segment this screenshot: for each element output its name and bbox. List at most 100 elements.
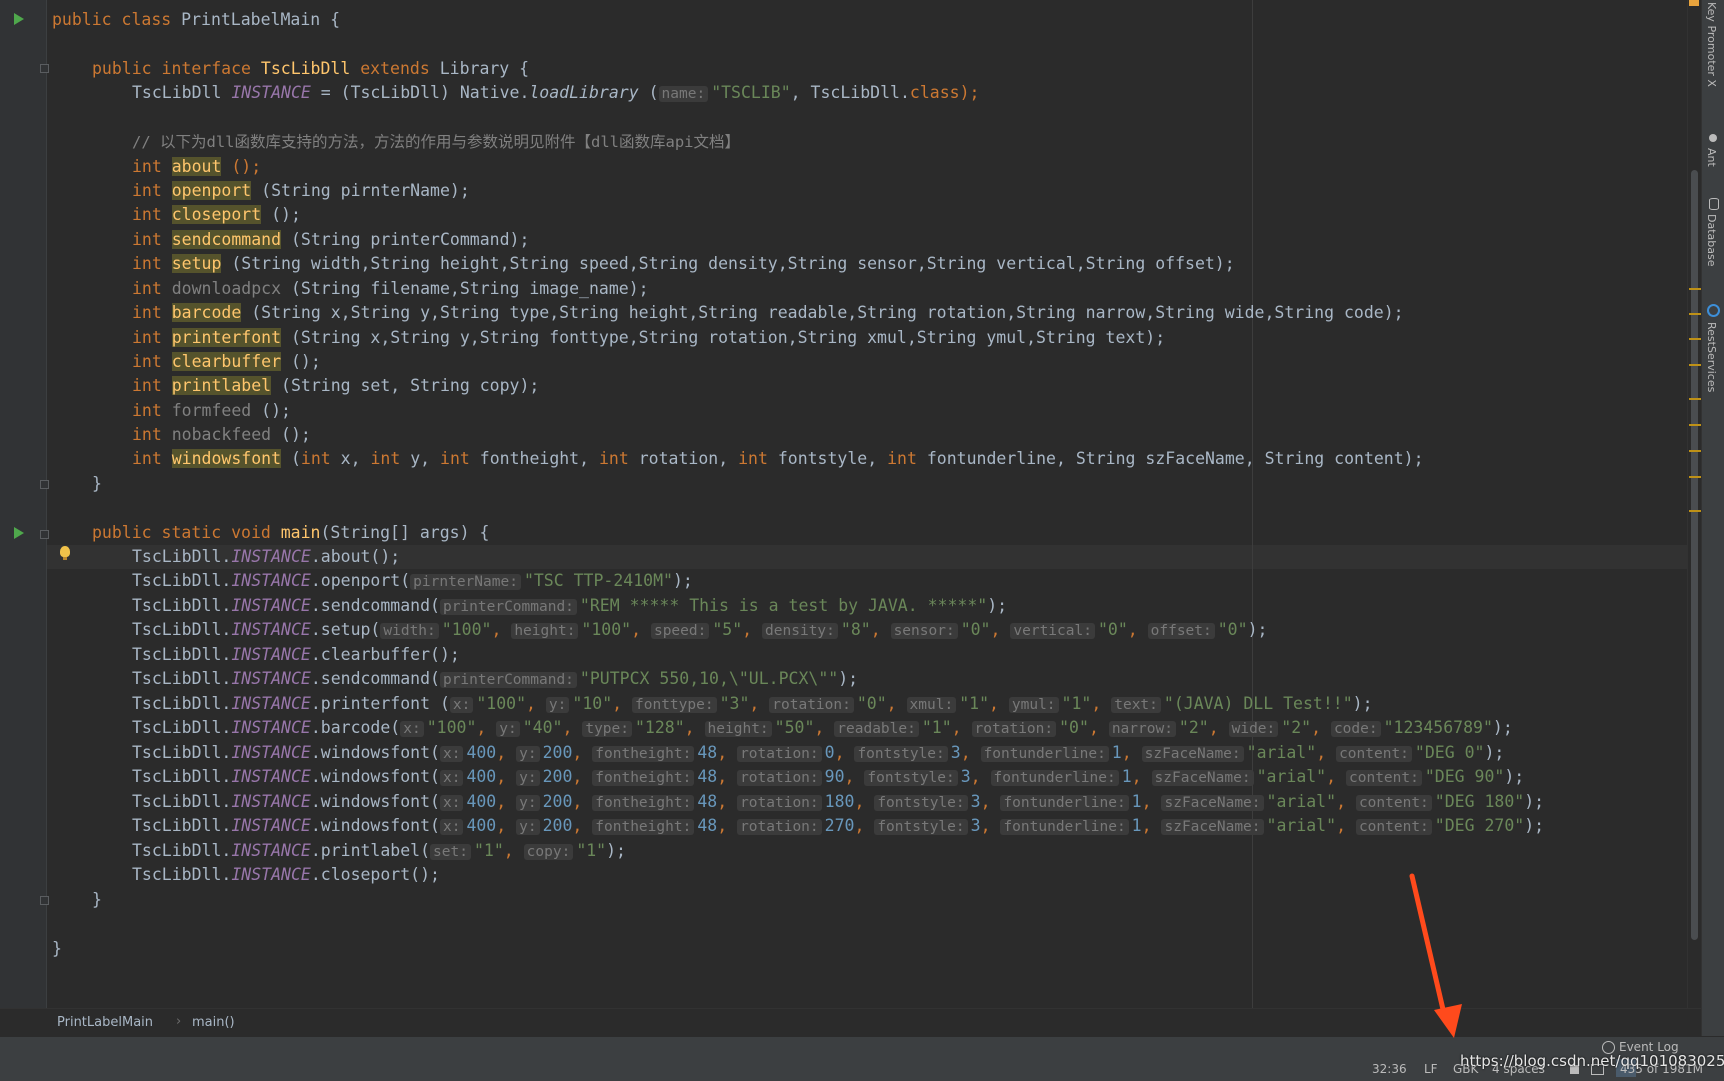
keyword: int [132, 205, 172, 224]
code-text: .windowsfont( [310, 767, 440, 786]
warning-indicator[interactable] [1689, 0, 1699, 6]
keyword: int [132, 401, 172, 420]
error-stripe-mark[interactable] [1689, 476, 1701, 478]
error-stripe-mark[interactable] [1689, 510, 1701, 512]
breadcrumb-item-method[interactable]: main() [192, 1015, 235, 1030]
tool-rest-services[interactable]: RestServices [1702, 302, 1724, 422]
keyword: int [132, 254, 172, 273]
keyword: int [598, 449, 629, 468]
code-line: TscLibDll.INSTANCE.barcode(x: "100", y: "4… [132, 716, 1513, 740]
code-text: , [612, 694, 623, 713]
static-field: INSTANCE [231, 620, 311, 639]
static-field: INSTANCE [231, 767, 311, 786]
caret-position[interactable]: 32:36 [1372, 1062, 1407, 1076]
code-line: TscLibDll.INSTANCE.windowsfont(x: 400, y:… [132, 814, 1544, 838]
string-literal: "0" [1217, 620, 1248, 639]
breadcrumb-item-class[interactable]: PrintLabelMain [57, 1015, 153, 1030]
tool-key-promoter[interactable]: Key Promoter X [1702, 0, 1724, 118]
param-hint: fontunderline: [1000, 795, 1129, 811]
code-text: .windowsfont( [310, 743, 440, 762]
tool-database[interactable]: Database [1702, 196, 1724, 286]
code-text: , [572, 767, 583, 786]
code-text: ); [838, 669, 859, 688]
param-hint: rotation: [737, 746, 822, 762]
string-literal: "arial" [1246, 743, 1317, 762]
code-text: , [980, 816, 991, 835]
error-stripe-mark[interactable] [1689, 424, 1701, 426]
number-literal: 48 [697, 767, 718, 786]
static-field: INSTANCE [231, 547, 311, 566]
code-text: , [1088, 718, 1099, 737]
string-literal: "100" [441, 620, 492, 639]
code-text: (String[] args) { [320, 523, 490, 542]
code-line: int printerfont (String x,String y,Strin… [132, 326, 1165, 350]
code-text: , [496, 816, 507, 835]
scrollbar-thumb[interactable] [1691, 170, 1698, 940]
editor-gutter[interactable] [0, 0, 49, 1008]
code-text: (String pirnterName); [251, 181, 470, 200]
code-text: , [1326, 767, 1337, 786]
tool-ant[interactable]: Ant [1702, 130, 1724, 190]
error-stripe-mark[interactable] [1689, 338, 1701, 340]
code-text: , [1121, 743, 1132, 762]
code-text: (String set, String copy); [271, 376, 540, 395]
keyword: int [132, 303, 172, 322]
keyword: int [132, 352, 172, 371]
keyword: int [132, 425, 172, 444]
code-editor[interactable]: public class PrintLabelMain { public int… [47, 0, 1687, 1008]
param-hint: narrow: [1108, 721, 1176, 737]
number-literal: 48 [697, 792, 718, 811]
param-hint: y: [496, 721, 520, 737]
param-hint: height: [704, 721, 772, 737]
param-hint: fontunderline: [990, 770, 1119, 786]
number-literal: 200 [542, 792, 573, 811]
string-literal: "DEG 180" [1434, 792, 1525, 811]
code-text: (); [281, 352, 321, 371]
string-literal: "1" [576, 841, 607, 860]
static-field: INSTANCE [231, 571, 311, 590]
number-literal: 48 [697, 816, 718, 835]
error-stripe-mark[interactable] [1689, 313, 1701, 315]
keyword: int [440, 449, 470, 468]
code-line: } [52, 939, 62, 958]
error-stripe-mark[interactable] [1689, 364, 1701, 366]
method-name: clearbuffer [171, 352, 282, 371]
code-text: ); [1352, 694, 1373, 713]
error-stripe-mark[interactable] [1689, 398, 1701, 400]
code-text: y, [400, 449, 441, 468]
keyword: int [132, 230, 172, 249]
keyword: class [909, 83, 960, 102]
code-text: (String width,String height,String speed… [221, 254, 1235, 273]
keyword: int [132, 157, 172, 176]
string-literal: "123456789" [1383, 718, 1493, 737]
code-line: TscLibDll.INSTANCE.printlabel(set: "1", c… [132, 839, 626, 863]
code-text: , [1208, 718, 1219, 737]
keyword: int [738, 449, 768, 468]
code-line: TscLibDll.INSTANCE.sendcommand(printerCo… [132, 667, 858, 691]
code-text: , [1316, 743, 1327, 762]
string-literal: "100" [476, 694, 527, 713]
code-line: } [92, 474, 102, 493]
param-hint: szFaceName: [1161, 819, 1264, 835]
error-stripe-mark[interactable] [1689, 450, 1701, 452]
error-stripe-mark[interactable] [1689, 288, 1701, 290]
code-text: , [990, 620, 1001, 639]
keyword: int [132, 328, 172, 347]
line-separator[interactable]: LF [1424, 1062, 1438, 1076]
run-main-icon[interactable] [14, 527, 24, 539]
string-literal: "2" [1281, 718, 1312, 737]
code-text: TscLibDll. [132, 865, 232, 884]
code-text: , [631, 620, 642, 639]
run-class-icon[interactable] [14, 13, 24, 25]
param-hint: x: [439, 746, 464, 762]
code-text: , [503, 841, 514, 860]
code-text: rotation, [628, 449, 739, 468]
